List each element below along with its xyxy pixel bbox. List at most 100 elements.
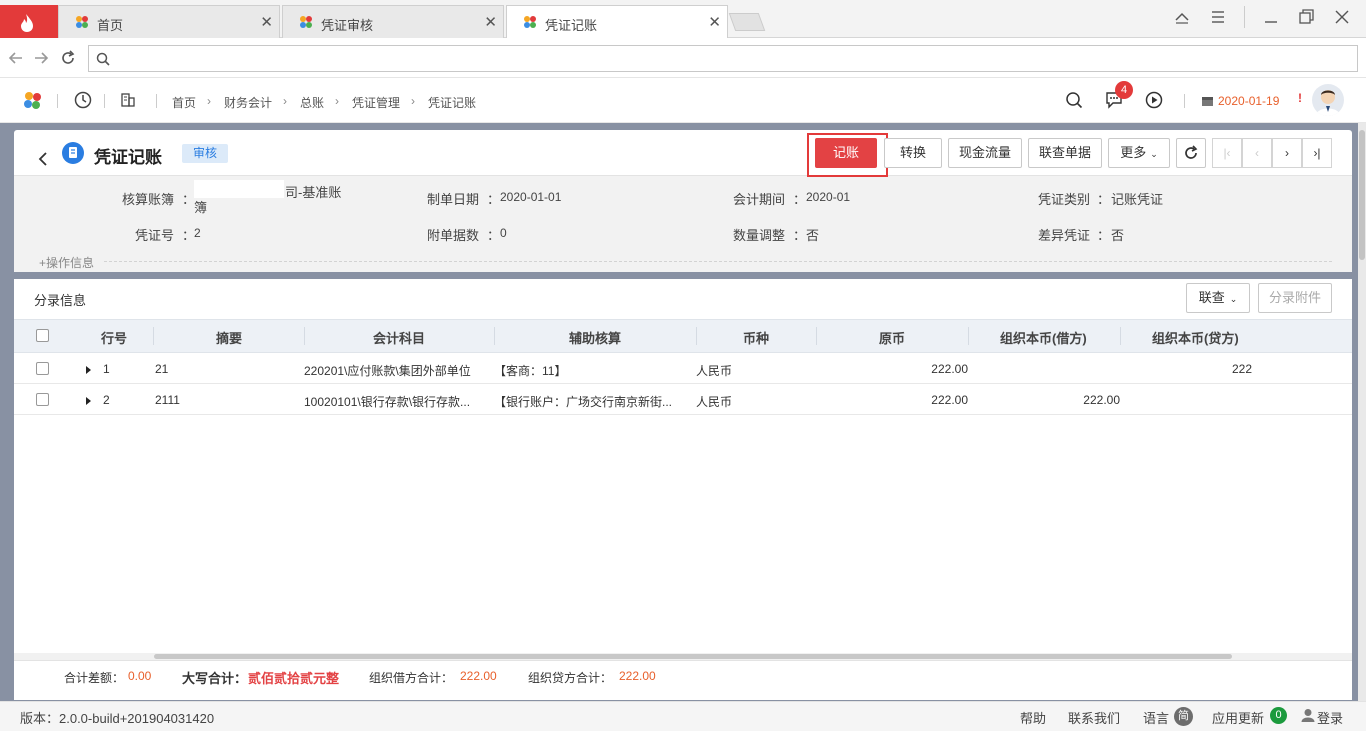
calendar-icon: [1202, 97, 1213, 106]
notification-badge: 4: [1115, 81, 1133, 99]
forward-icon[interactable]: [33, 50, 49, 66]
colon: ：: [1097, 192, 1111, 207]
avatar[interactable]: [1312, 84, 1344, 116]
scrollbar-thumb[interactable]: [154, 654, 1232, 659]
app-logo-icon: [524, 16, 536, 28]
convert-button[interactable]: 转换: [884, 138, 942, 168]
search-icon: [96, 52, 110, 66]
breadcrumb-home[interactable]: 首页: [172, 94, 196, 111]
app-update-link[interactable]: 应用更新: [1212, 708, 1264, 727]
chevron-down-icon: ⌄: [1150, 149, 1158, 159]
close-icon[interactable]: ✕: [260, 13, 273, 31]
first-page-button[interactable]: |‹: [1212, 138, 1242, 168]
expand-icon[interactable]: [86, 397, 91, 405]
type-label: 凭证类别: [1038, 192, 1091, 207]
tab-label: 凭证审核: [321, 18, 374, 33]
new-tab-button[interactable]: [728, 13, 766, 31]
colon: ：: [487, 192, 501, 207]
ledger-label: 核算账簿: [122, 192, 175, 207]
date-alert: !: [1298, 91, 1302, 105]
tab-voucher-posting[interactable]: 凭证记账 ✕: [506, 5, 728, 39]
contact-link[interactable]: 联系我们: [1068, 708, 1120, 727]
row-credit: 222: [1231, 362, 1252, 376]
back-arrow-icon[interactable]: [37, 151, 49, 167]
col-aux[interactable]: 辅助核算: [569, 328, 621, 347]
table-row[interactable]: [14, 384, 1352, 415]
operation-info-link[interactable]: +操作信息: [39, 254, 94, 271]
app-logo-icon[interactable]: [23, 91, 43, 111]
col-credit[interactable]: 组织本币(贷方): [1152, 328, 1239, 347]
breadcrumb-finance[interactable]: 财务会计: [224, 94, 272, 111]
tab-voucher-review[interactable]: 凭证审核 ✕: [282, 5, 504, 38]
col-amount[interactable]: 原币: [879, 328, 905, 347]
play-icon[interactable]: [1145, 91, 1163, 109]
breadcrumb-voucher-mgmt[interactable]: 凭证管理: [352, 94, 400, 111]
cashflow-button[interactable]: 现金流量: [948, 138, 1022, 168]
colon: ：: [793, 228, 807, 243]
search-icon[interactable]: [1065, 91, 1083, 109]
diff-value: 否: [1111, 228, 1125, 243]
expand-icon[interactable]: [86, 366, 91, 374]
diff-label: 差异凭证: [1038, 228, 1091, 243]
total-diff-value: 0.00: [128, 669, 152, 683]
row-amount: 222.00: [931, 393, 968, 407]
restore-icon[interactable]: [1298, 8, 1316, 26]
divider: [14, 175, 1352, 176]
col-debit[interactable]: 组织本币(借方): [1000, 328, 1087, 347]
credit-total-label: 组织贷方合计：: [528, 671, 613, 685]
scrollbar-thumb[interactable]: [1359, 130, 1365, 260]
menu-icon[interactable]: [1210, 9, 1226, 25]
breadcrumb-general-ledger[interactable]: 总账: [300, 94, 324, 111]
refresh-button[interactable]: [1176, 138, 1206, 168]
prev-page-button[interactable]: ‹: [1242, 138, 1272, 168]
ledger-value-cont: 簿: [194, 200, 208, 215]
post-button[interactable]: 记账: [815, 138, 877, 168]
divider: [1244, 6, 1245, 28]
header-date[interactable]: 2020-01-19: [1218, 94, 1279, 108]
col-summary[interactable]: 摘要: [216, 328, 242, 347]
linked-docs-button[interactable]: 联查单据: [1028, 138, 1102, 168]
app-logo-icon: [76, 16, 88, 28]
minimize-icon[interactable]: [1263, 9, 1279, 25]
reload-icon[interactable]: [60, 50, 76, 66]
redacted-field: [194, 180, 284, 198]
more-button[interactable]: 更多 ⌄: [1108, 138, 1170, 168]
row-aux: 【客商：11】: [494, 364, 567, 378]
close-icon[interactable]: ✕: [484, 13, 497, 31]
building-icon[interactable]: [120, 92, 136, 108]
back-icon[interactable]: [8, 50, 24, 66]
debit-total-value: 222.00: [460, 669, 497, 683]
select-all-checkbox[interactable]: [36, 329, 49, 342]
login-link[interactable]: 登录: [1317, 708, 1343, 727]
colon: ：: [1097, 228, 1111, 243]
help-link[interactable]: 帮助: [1020, 708, 1046, 727]
next-page-button[interactable]: ›: [1272, 138, 1302, 168]
row-debit: 222.00: [1083, 393, 1120, 407]
tab-home[interactable]: 首页 ✕: [58, 5, 280, 38]
col-account[interactable]: 会计科目: [373, 328, 425, 347]
language-link[interactable]: 语言: [1143, 708, 1169, 727]
col-row-no[interactable]: 行号: [101, 328, 127, 347]
attach-value: 0: [500, 226, 507, 240]
upper-total-value: 贰佰贰拾贰元整: [248, 671, 340, 686]
row-amount: 222.00: [931, 362, 968, 376]
row-checkbox[interactable]: [36, 393, 49, 406]
col-currency[interactable]: 币种: [743, 328, 769, 347]
close-window-icon[interactable]: [1333, 8, 1351, 26]
linked-query-label: 联查: [1198, 290, 1225, 305]
linked-query-button[interactable]: 联查 ⌄: [1186, 283, 1250, 313]
browser-logo-tab[interactable]: [0, 5, 58, 38]
period-value: 2020-01: [806, 190, 851, 204]
user-avatar-icon: [1316, 90, 1340, 116]
url-input[interactable]: [88, 45, 1358, 72]
close-icon[interactable]: ✕: [708, 13, 721, 31]
row-checkbox[interactable]: [36, 362, 49, 375]
entry-attachment-button[interactable]: 分录附件: [1258, 283, 1332, 313]
row-currency: 人民币: [696, 395, 733, 409]
language-badge[interactable]: 简: [1174, 707, 1193, 726]
tab-label: 首页: [97, 18, 124, 33]
debit-total-label: 组织借方合计：: [369, 671, 454, 685]
clock-icon[interactable]: [74, 91, 92, 109]
chevron-up-icon[interactable]: [1174, 9, 1190, 25]
last-page-button[interactable]: ›|: [1302, 138, 1332, 168]
